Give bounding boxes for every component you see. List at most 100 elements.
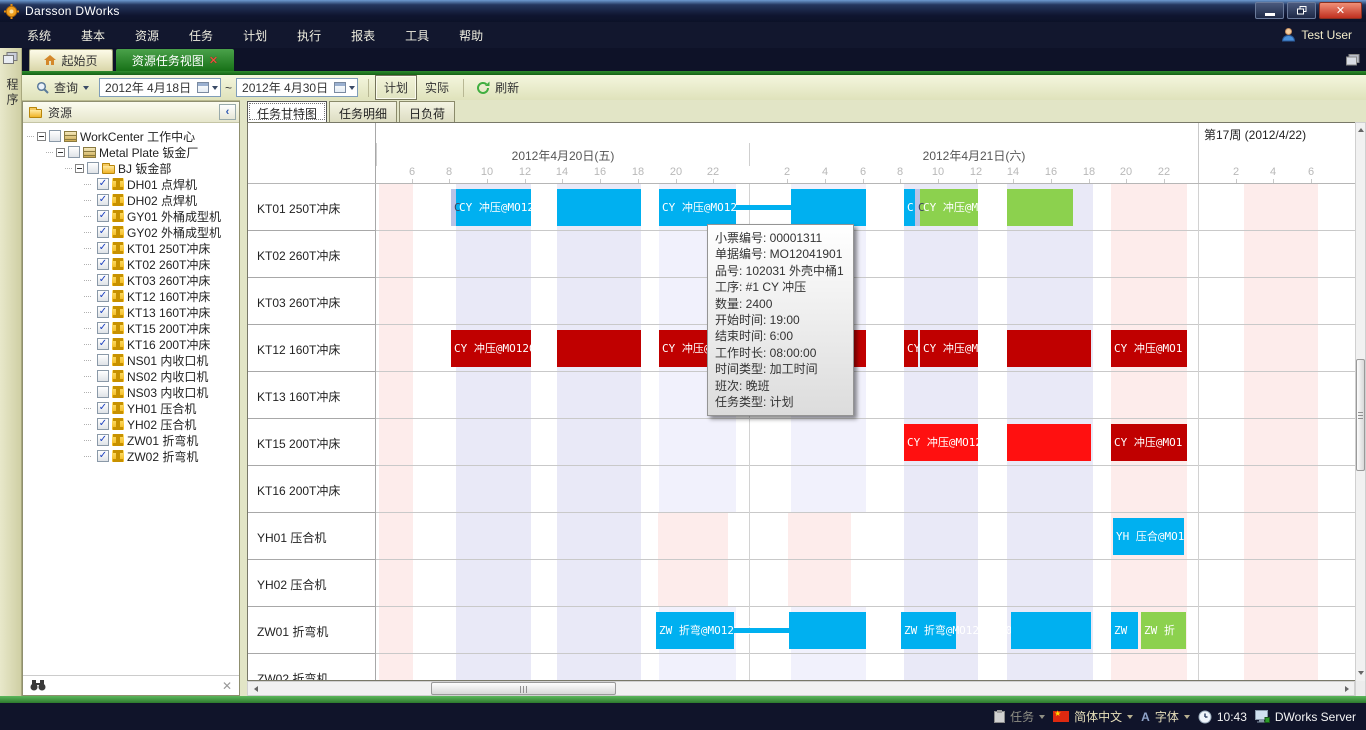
gantt-task-bar[interactable]: ZW bbox=[1111, 612, 1138, 649]
tree-checkbox[interactable]: ✓ bbox=[97, 274, 109, 286]
tree-checkbox[interactable] bbox=[97, 354, 109, 366]
tree-checkbox[interactable]: ✓ bbox=[97, 178, 109, 190]
gantt-task-bar[interactable]: CY 冲 bbox=[904, 330, 918, 367]
tree-item[interactable]: ✓KT16 200T冲床 bbox=[23, 336, 239, 352]
tree-item[interactable]: ✓ZW02 折弯机 bbox=[23, 448, 239, 464]
collapse-panel-button[interactable]: ‹ bbox=[219, 104, 236, 120]
horizontal-scroll-thumb[interactable] bbox=[431, 682, 616, 695]
tab-task-detail[interactable]: 任务明细 bbox=[329, 101, 397, 122]
tab-gantt-view[interactable]: 任务甘特图 bbox=[247, 101, 327, 122]
gantt-task-bar[interactable]: ZW 折 bbox=[1141, 612, 1186, 649]
tree-item[interactable]: ✓DH02 点焊机 bbox=[23, 192, 239, 208]
tree-item[interactable]: NS02 内收口机 bbox=[23, 368, 239, 384]
menu-item-8[interactable]: 帮助 bbox=[444, 22, 498, 49]
tree-expand-icon[interactable] bbox=[75, 164, 84, 173]
gantt-task-bar[interactable] bbox=[1007, 424, 1091, 461]
tree-item[interactable]: ✓KT15 200T冲床 bbox=[23, 320, 239, 336]
vertical-scroll-thumb[interactable] bbox=[1356, 359, 1365, 471]
menu-item-5[interactable]: 执行 bbox=[282, 22, 336, 49]
menu-item-6[interactable]: 报表 bbox=[336, 22, 390, 49]
status-task-dropdown[interactable]: 任务 bbox=[994, 708, 1045, 725]
date-to-picker[interactable]: 2012年 4月30日 bbox=[236, 78, 358, 97]
tree-item[interactable]: ✓YH01 压合机 bbox=[23, 400, 239, 416]
horizontal-scrollbar[interactable] bbox=[247, 681, 1355, 696]
menu-item-2[interactable]: 资源 bbox=[120, 22, 174, 49]
clear-filter-icon[interactable]: ✕ bbox=[222, 679, 232, 693]
tree-item[interactable]: ✓KT03 260T冲床 bbox=[23, 272, 239, 288]
find-binoculars-icon[interactable] bbox=[30, 680, 46, 691]
tree-checkbox[interactable]: ✓ bbox=[97, 242, 109, 254]
actual-toggle-button[interactable]: 实际 bbox=[417, 76, 457, 99]
gantt-task-bar[interactable]: CY 冲压@MO12041902 bbox=[920, 189, 978, 226]
status-font-dropdown[interactable]: A 字体 bbox=[1141, 708, 1190, 725]
tree-item[interactable]: ✓KT12 160T冲床 bbox=[23, 288, 239, 304]
tree-item[interactable]: BJ 钣金部 bbox=[23, 160, 239, 176]
gantt-task-bar[interactable]: ZW 折弯@MO12041901 bbox=[656, 612, 734, 649]
minimize-button[interactable] bbox=[1255, 2, 1284, 19]
gantt-task-bar[interactable] bbox=[557, 189, 641, 226]
tab-close-icon[interactable]: ✕ bbox=[209, 54, 218, 67]
tab-daily-load[interactable]: 日负荷 bbox=[399, 101, 455, 122]
query-button[interactable]: 查询 bbox=[30, 77, 95, 98]
close-button[interactable]: ✕ bbox=[1319, 2, 1362, 19]
gantt-task-bar[interactable]: CY 冲压@MO12041903 bbox=[904, 424, 978, 461]
scroll-down-button[interactable] bbox=[1356, 667, 1365, 679]
scroll-left-button[interactable] bbox=[249, 682, 262, 695]
date-from-picker[interactable]: 2012年 4月18日 bbox=[99, 78, 221, 97]
tree-checkbox[interactable]: ✓ bbox=[97, 402, 109, 414]
menu-item-1[interactable]: 基本 bbox=[66, 22, 120, 49]
tree-checkbox[interactable]: ✓ bbox=[97, 226, 109, 238]
tree-checkbox[interactable] bbox=[97, 386, 109, 398]
tree-checkbox[interactable]: ✓ bbox=[97, 418, 109, 430]
tree-checkbox[interactable] bbox=[68, 146, 80, 158]
tree-item[interactable]: ✓DH01 点焊机 bbox=[23, 176, 239, 192]
tree-expand-icon[interactable] bbox=[37, 132, 46, 141]
tree-item[interactable]: ✓GY02 外桶成型机 bbox=[23, 224, 239, 240]
tree-item[interactable]: ✓YH02 压合机 bbox=[23, 416, 239, 432]
menu-item-4[interactable]: 计划 bbox=[228, 22, 282, 49]
gantt-task-bar[interactable]: C bbox=[451, 189, 456, 226]
gantt-task-bar[interactable]: CY 冲压@MO12041901 bbox=[456, 189, 531, 226]
tree-checkbox[interactable]: ✓ bbox=[97, 290, 109, 302]
tree-checkbox[interactable]: ✓ bbox=[97, 322, 109, 334]
gantt-task-bar[interactable]: C bbox=[904, 189, 915, 226]
program-side-strip[interactable]: 程序 bbox=[0, 48, 22, 696]
tree-checkbox[interactable]: ✓ bbox=[97, 210, 109, 222]
gantt-task-bar[interactable]: CY 冲压@MO12041904 bbox=[920, 330, 978, 367]
gantt-task-bar[interactable]: C bbox=[915, 189, 920, 226]
tree-checkbox[interactable]: ✓ bbox=[97, 450, 109, 462]
gantt-task-bar[interactable] bbox=[789, 612, 866, 649]
tree-item[interactable]: ✓KT13 160T冲床 bbox=[23, 304, 239, 320]
gantt-task-bar[interactable]: CY 冲压@MO1 bbox=[1111, 330, 1187, 367]
tree-checkbox[interactable]: ✓ bbox=[97, 434, 109, 446]
tab-home[interactable]: 起始页 bbox=[29, 49, 113, 71]
tree-item[interactable]: ✓KT01 250T冲床 bbox=[23, 240, 239, 256]
menu-item-0[interactable]: 系统 bbox=[12, 22, 66, 49]
gantt-task-bar[interactable] bbox=[1007, 189, 1073, 226]
gantt-task-bar[interactable]: CY 冲压@MO12041904 bbox=[451, 330, 531, 367]
tree-item[interactable]: ✓KT02 260T冲床 bbox=[23, 256, 239, 272]
tree-checkbox[interactable] bbox=[49, 130, 61, 142]
scroll-up-button[interactable] bbox=[1356, 124, 1365, 136]
tree-item[interactable]: NS03 内收口机 bbox=[23, 384, 239, 400]
tree-item[interactable]: ✓GY01 外桶成型机 bbox=[23, 208, 239, 224]
tree-item[interactable]: NS01 内收口机 bbox=[23, 352, 239, 368]
gantt-task-bar[interactable]: CY 冲压@MO12041901 bbox=[659, 189, 736, 226]
tree-checkbox[interactable]: ✓ bbox=[97, 194, 109, 206]
gantt-task-bar[interactable] bbox=[1007, 330, 1091, 367]
refresh-button[interactable]: 刷新 bbox=[470, 77, 525, 98]
tree-item[interactable]: ✓ZW01 折弯机 bbox=[23, 432, 239, 448]
tree-expand-icon[interactable] bbox=[56, 148, 65, 157]
restore-button[interactable] bbox=[1287, 2, 1316, 19]
status-language-dropdown[interactable]: ★ 简体中文 bbox=[1053, 708, 1133, 725]
tree-checkbox[interactable]: ✓ bbox=[97, 258, 109, 270]
vertical-scrollbar[interactable] bbox=[1355, 122, 1366, 696]
tree-checkbox[interactable]: ✓ bbox=[97, 338, 109, 350]
window-list-icon[interactable] bbox=[1346, 53, 1360, 71]
tree-checkbox[interactable] bbox=[87, 162, 99, 174]
menu-item-3[interactable]: 任务 bbox=[174, 22, 228, 49]
tree-item[interactable]: Metal Plate 钣金厂 bbox=[23, 144, 239, 160]
plan-toggle-button[interactable]: 计划 bbox=[375, 75, 417, 100]
gantt-task-bar[interactable] bbox=[1011, 612, 1091, 649]
gantt-task-bar[interactable]: YH 压合@MO1 bbox=[1113, 518, 1184, 555]
